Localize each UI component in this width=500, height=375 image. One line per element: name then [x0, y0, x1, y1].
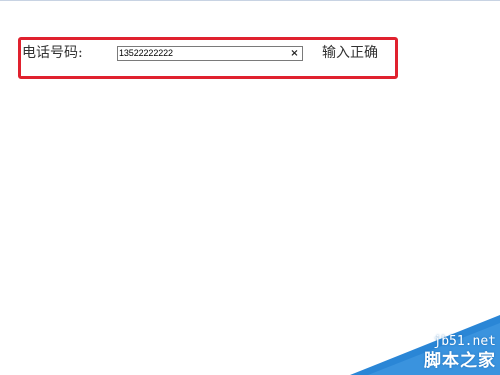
phone-input[interactable]	[118, 47, 287, 60]
watermark: jb51.net 脚本之家	[350, 315, 500, 375]
close-icon[interactable]: ×	[289, 47, 300, 60]
phone-label: 电话号码:	[22, 45, 83, 61]
phone-field[interactable]: ×	[117, 46, 303, 61]
validation-message: 输入正确	[322, 45, 378, 61]
top-border-line	[0, 0, 500, 1]
watermark-site-name: 脚本之家	[424, 351, 496, 371]
